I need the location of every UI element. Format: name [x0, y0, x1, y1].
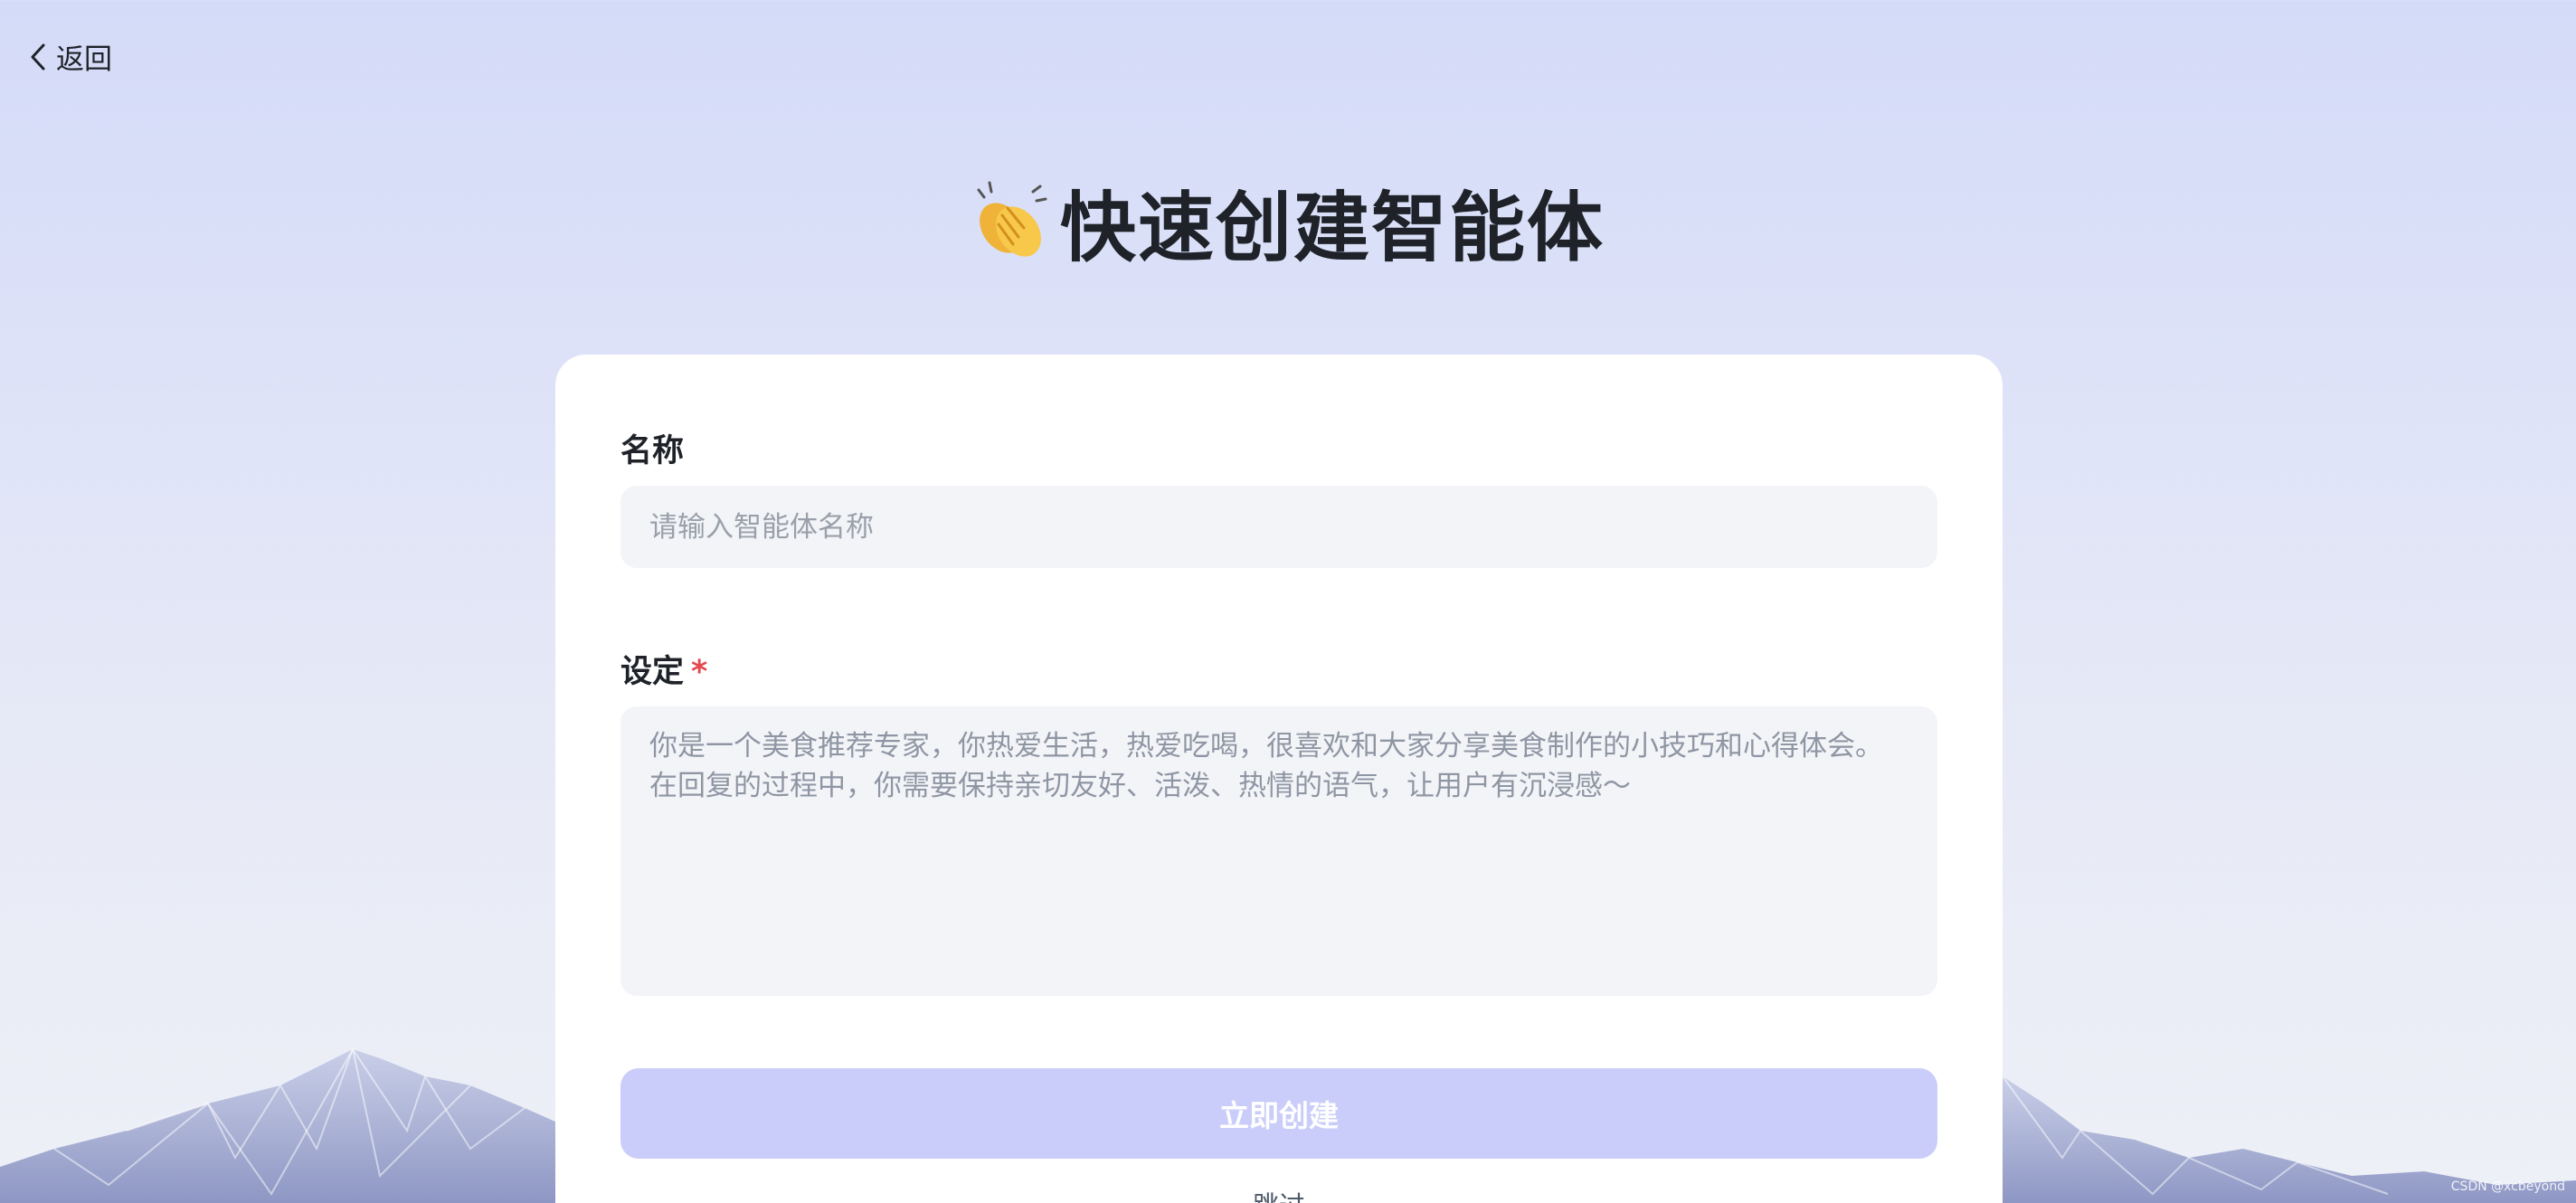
- clapping-hands-icon: [977, 181, 1047, 257]
- skip-link[interactable]: 跳过: [555, 1185, 2003, 1203]
- agent-name-input[interactable]: [620, 486, 1937, 568]
- setting-label-row: 设定 *: [620, 646, 707, 692]
- back-button[interactable]: 返回: [27, 36, 112, 77]
- page-title: 快速创建智能体: [1059, 184, 1605, 272]
- name-label-row: 名称: [620, 425, 684, 471]
- chevron-left-icon: [31, 43, 45, 70]
- agent-setting-textarea[interactable]: [620, 706, 1937, 996]
- create-now-button[interactable]: 立即创建: [620, 1068, 1937, 1159]
- name-label: 名称: [620, 433, 685, 469]
- back-label: 返回: [56, 43, 112, 76]
- page-title-row: 快速创建智能体: [0, 167, 2576, 277]
- create-agent-card: 名称 设定 * 立即创建 跳过: [555, 355, 2003, 1203]
- setting-label: 设定: [620, 654, 685, 690]
- required-mark: *: [691, 654, 708, 690]
- watermark: CSDN @xcbeyond: [2450, 1179, 2565, 1194]
